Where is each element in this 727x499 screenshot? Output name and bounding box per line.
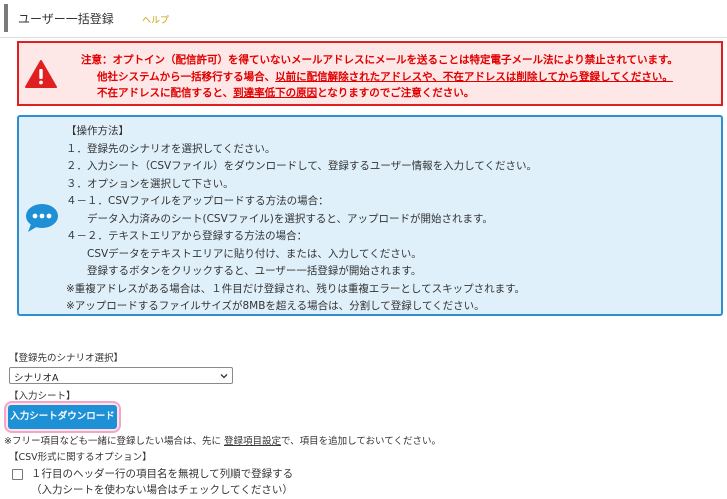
input-sheet-label: 【入力シート】 — [9, 391, 76, 402]
page-header: ユーザー一括登録 ヘルプ — [0, 0, 727, 38]
ignore-header-label: １行目のヘッダー行の項目名を無視して列順で登録する （入力シートを使わない場合は… — [31, 466, 293, 498]
instruction-line: ※アップロードするファイルサイズが8MBを超える場合は、分割して登録してください… — [66, 300, 485, 312]
instruction-line: CSVデータをテキストエリアに貼り付け、または、入力してください。 — [66, 247, 422, 260]
ignore-header-label-line-2: （入力シートを使わない場合はチェックしてください） — [31, 484, 293, 496]
instruction-line: データ入力済みのシート(CSVファイル)を選択すると、アップロードが開始されます… — [66, 212, 493, 225]
warning-line-2: 他社システムから一括移行する場合、以前に配信解除されたアドレスや、不在アドレスは… — [81, 69, 678, 86]
ignore-header-checkbox[interactable] — [12, 469, 23, 480]
warning-line-3-text: 不在アドレスに配信すると、 — [97, 87, 234, 99]
ignore-header-label-line-1: １行目のヘッダー行の項目名を無視して列順で登録する — [31, 468, 294, 480]
chevron-down-icon — [220, 374, 228, 379]
warning-line-2-emphasis: 以前に配信解除されたアドレスや、不在アドレスは削除してから登録してください。 — [275, 70, 673, 83]
warning-line-3-link: 到達率低下の原因 — [233, 87, 318, 99]
note-tail: で、項目を追加しておいてください。 — [281, 436, 441, 447]
scenario-select-label: 【登録先のシナリオ選択】 — [9, 353, 124, 364]
instruction-line: ※重複アドレスがある場合は、１件目だけ登録され、残りは重複エラーとしてスキップさ… — [66, 282, 526, 295]
scenario-select-value: シナリオA — [14, 373, 59, 384]
page-title: ユーザー一括登録 — [18, 12, 114, 26]
warning-line-3-tail: となりますのでご注意ください。 — [317, 87, 475, 99]
scenario-select[interactable]: シナリオA — [9, 367, 233, 384]
instruction-line: ４－１．CSVファイルをアップロードする方法の場合： — [66, 195, 329, 207]
free-field-note: ※フリー項目なども一緒に登録したい場合は、先に 登録項目設定で、項目を追加してお… — [4, 433, 441, 447]
help-link[interactable]: ヘルプ — [142, 13, 169, 26]
instruction-line: ４－２．テキストエリアから登録する方法の場合： — [66, 230, 308, 242]
instruction-line: １．登録先のシナリオを選択してください。 — [66, 142, 276, 155]
download-input-sheet-button[interactable]: 入力シートダウンロード — [8, 405, 117, 429]
csv-options-label: 【CSV形式に関するオプション】 — [9, 452, 152, 463]
warning-text: 注意：オプトイン（配信許可）を得ていないメールアドレスにメールを送ることは特定電… — [81, 52, 678, 102]
instruction-line: ３．オプションを選択して下さい。 — [66, 177, 234, 190]
warning-line-1: 注意：オプトイン（配信許可）を得ていないメールアドレスにメールを送ることは特定電… — [81, 54, 678, 66]
header-accent-bar — [4, 4, 8, 32]
instruction-line: 【操作方法】 — [66, 125, 129, 137]
chat-bubble-icon — [26, 204, 58, 232]
instructions-text: 【操作方法】 １．登録先のシナリオを選択してください。 ２．入力シート（CSVフ… — [66, 123, 537, 316]
warning-box: 注意：オプトイン（配信許可）を得ていないメールアドレスにメールを送ることは特定電… — [17, 41, 723, 106]
warning-triangle-icon — [25, 60, 57, 88]
instructions-box: 【操作方法】 １．登録先のシナリオを選択してください。 ２．入力シート（CSVフ… — [17, 115, 723, 316]
warning-line-2-text: 他社システムから一括移行する場合、 — [97, 70, 276, 83]
warning-line-3: 不在アドレスに配信すると、到達率低下の原因となりますのでご注意ください。 — [81, 85, 678, 102]
instruction-line: 登録するボタンをクリックすると、ユーザー一括登録が開始されます。 — [66, 265, 422, 277]
instruction-line: ２．入力シート（CSVファイル）をダウンロードして、登録するユーザー情報を入力し… — [66, 160, 537, 172]
field-settings-link[interactable]: 登録項目設定 — [224, 436, 281, 447]
note-text: ※フリー項目なども一緒に登録したい場合は、先に — [4, 436, 224, 447]
